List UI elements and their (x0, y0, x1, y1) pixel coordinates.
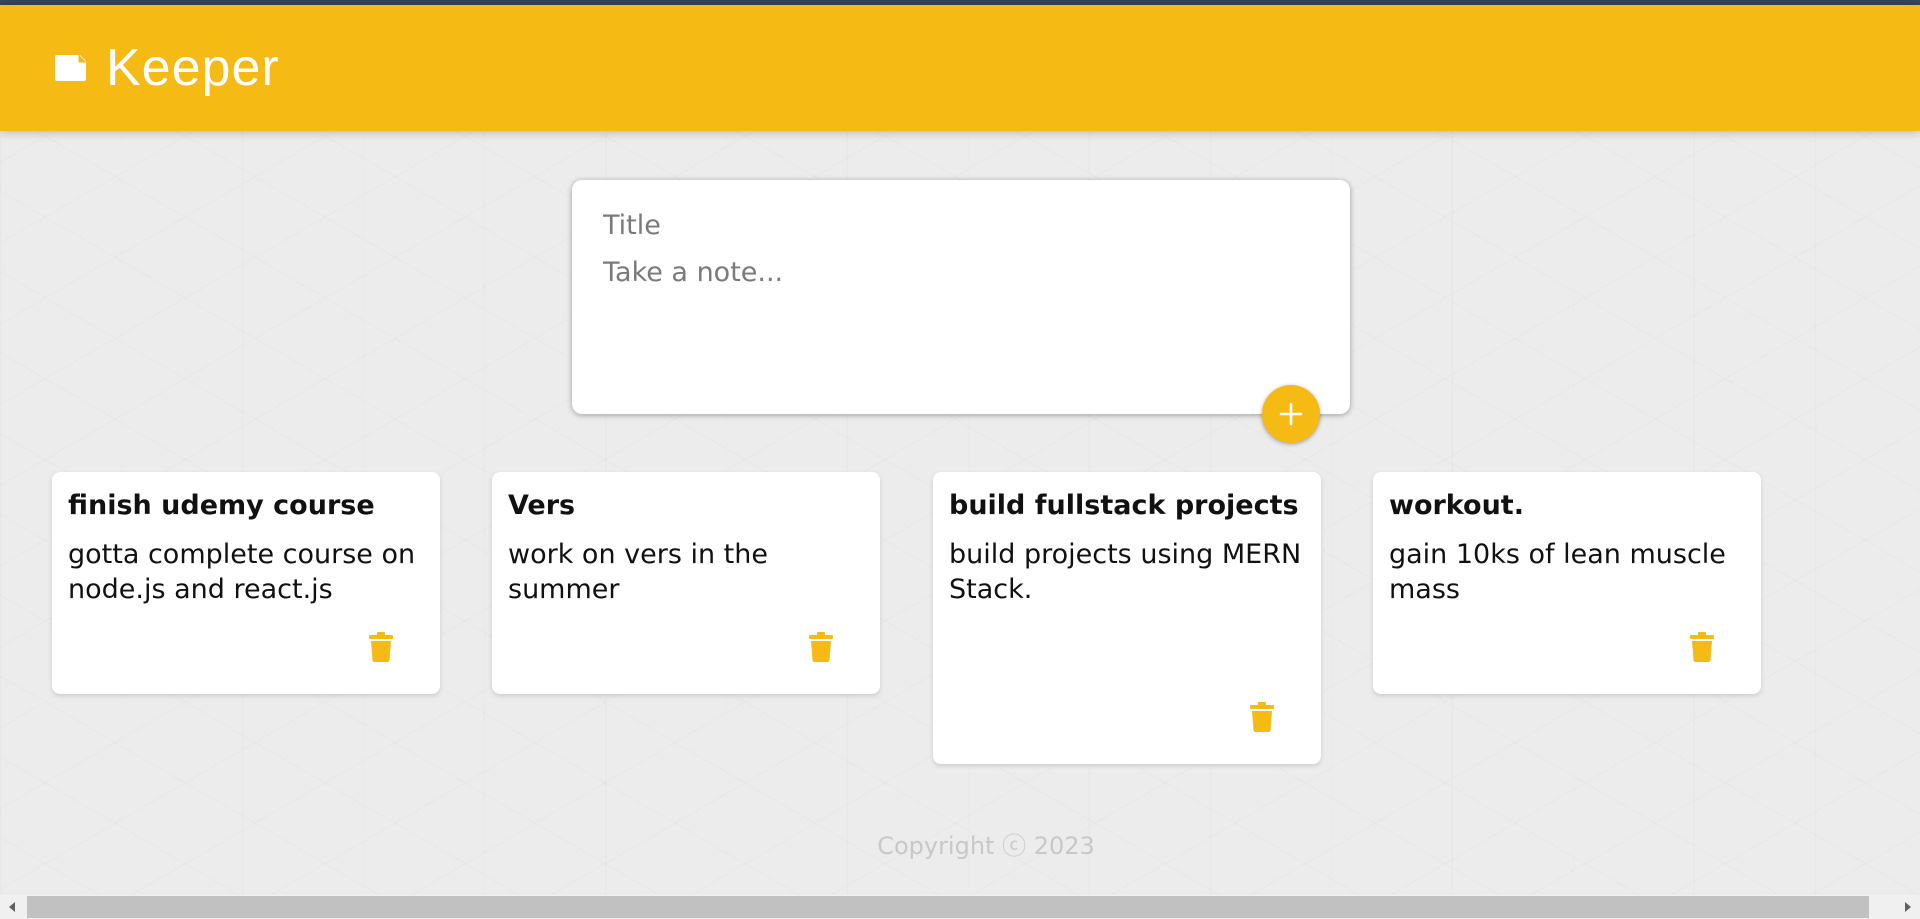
trash-icon (809, 632, 833, 662)
scroll-left-icon[interactable] (0, 895, 24, 919)
scroll-right-icon[interactable] (1896, 895, 1920, 919)
trash-icon (1250, 702, 1274, 732)
app-title: Keeper (106, 39, 280, 97)
note-title: finish udemy course (68, 490, 375, 521)
note-title: workout. (1389, 490, 1524, 521)
note-card: finish udemy course gotta complete cours… (52, 472, 440, 694)
scrollbar-thumb[interactable] (27, 896, 1869, 918)
note-title: Vers (508, 490, 576, 521)
copyright-text: Copyright ⓒ 2023 (877, 832, 1095, 860)
app-header: Keeper (0, 5, 1920, 131)
note-icon (54, 53, 88, 83)
horizontal-scrollbar[interactable] (0, 895, 1920, 919)
delete-note-button[interactable] (1249, 702, 1275, 732)
footer: Copyright ⓒ 2023 (0, 826, 1920, 861)
note-title: build fullstack projects (949, 490, 1299, 521)
add-note-button[interactable] (1262, 385, 1320, 443)
note-content: work on vers in the summer (508, 539, 768, 605)
trash-icon (369, 632, 393, 662)
delete-note-button[interactable] (1689, 632, 1715, 662)
note-content: gotta complete course on node.js and rea… (68, 539, 416, 605)
plus-icon (1279, 402, 1303, 426)
note-content: gain 10ks of lean muscle mass (1389, 539, 1726, 605)
note-content-input[interactable] (603, 257, 1319, 377)
note-card: build fullstack projects build projects … (933, 472, 1321, 764)
delete-note-button[interactable] (368, 632, 394, 662)
delete-note-button[interactable] (808, 632, 834, 662)
note-content: build projects using MERN Stack. (949, 539, 1302, 605)
note-card: Vers work on vers in the summer (492, 472, 880, 694)
trash-icon (1690, 632, 1714, 662)
note-composer (572, 180, 1350, 414)
title-input[interactable] (603, 210, 1319, 241)
note-card: workout. gain 10ks of lean muscle mass (1373, 472, 1761, 694)
